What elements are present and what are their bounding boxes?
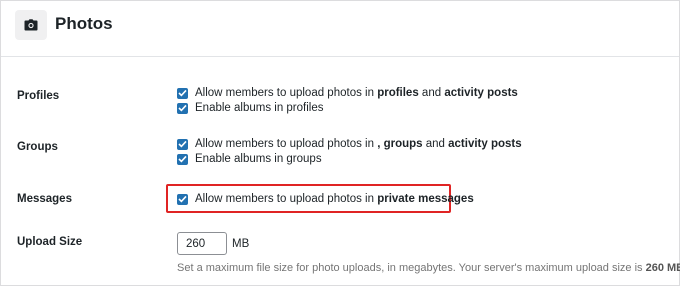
groups-albums-option[interactable]: Enable albums in groups — [177, 152, 322, 166]
profiles-albums-text: Enable albums in profiles — [195, 102, 324, 114]
groups-upload-text: Allow members to upload photos in , grou… — [195, 138, 522, 150]
profiles-upload-text: Allow members to upload photos in profil… — [195, 87, 518, 99]
page-title: Photos — [55, 14, 113, 33]
panel-header: Photos — [1, 1, 679, 57]
groups-albums-text: Enable albums in groups — [195, 153, 322, 165]
messages-upload-text: Allow members to upload photos in privat… — [195, 193, 474, 205]
profiles-albums-option[interactable]: Enable albums in profiles — [177, 101, 324, 115]
profiles-upload-checkbox[interactable] — [177, 87, 188, 99]
profiles-label: Profiles — [17, 90, 60, 102]
upload-size-unit: MB — [232, 238, 250, 250]
camera-icon — [15, 10, 47, 40]
upload-size-input[interactable] — [177, 232, 227, 255]
messages-upload-option[interactable]: Allow members to upload photos in privat… — [177, 192, 474, 206]
upload-size-label: Upload Size — [17, 236, 83, 248]
groups-label: Groups — [17, 141, 58, 153]
messages-label: Messages — [17, 193, 72, 205]
groups-upload-option[interactable]: Allow members to upload photos in , grou… — [177, 137, 522, 151]
upload-size-hint: Set a maximum file size for photo upload… — [177, 262, 680, 274]
settings-panel: Photos Profiles Allow members to upload … — [0, 0, 680, 286]
profiles-upload-option[interactable]: Allow members to upload photos in profil… — [177, 86, 518, 100]
groups-albums-checkbox[interactable] — [177, 153, 188, 165]
groups-upload-checkbox[interactable] — [177, 138, 188, 150]
messages-upload-checkbox[interactable] — [177, 193, 188, 205]
profiles-albums-checkbox[interactable] — [177, 102, 188, 114]
